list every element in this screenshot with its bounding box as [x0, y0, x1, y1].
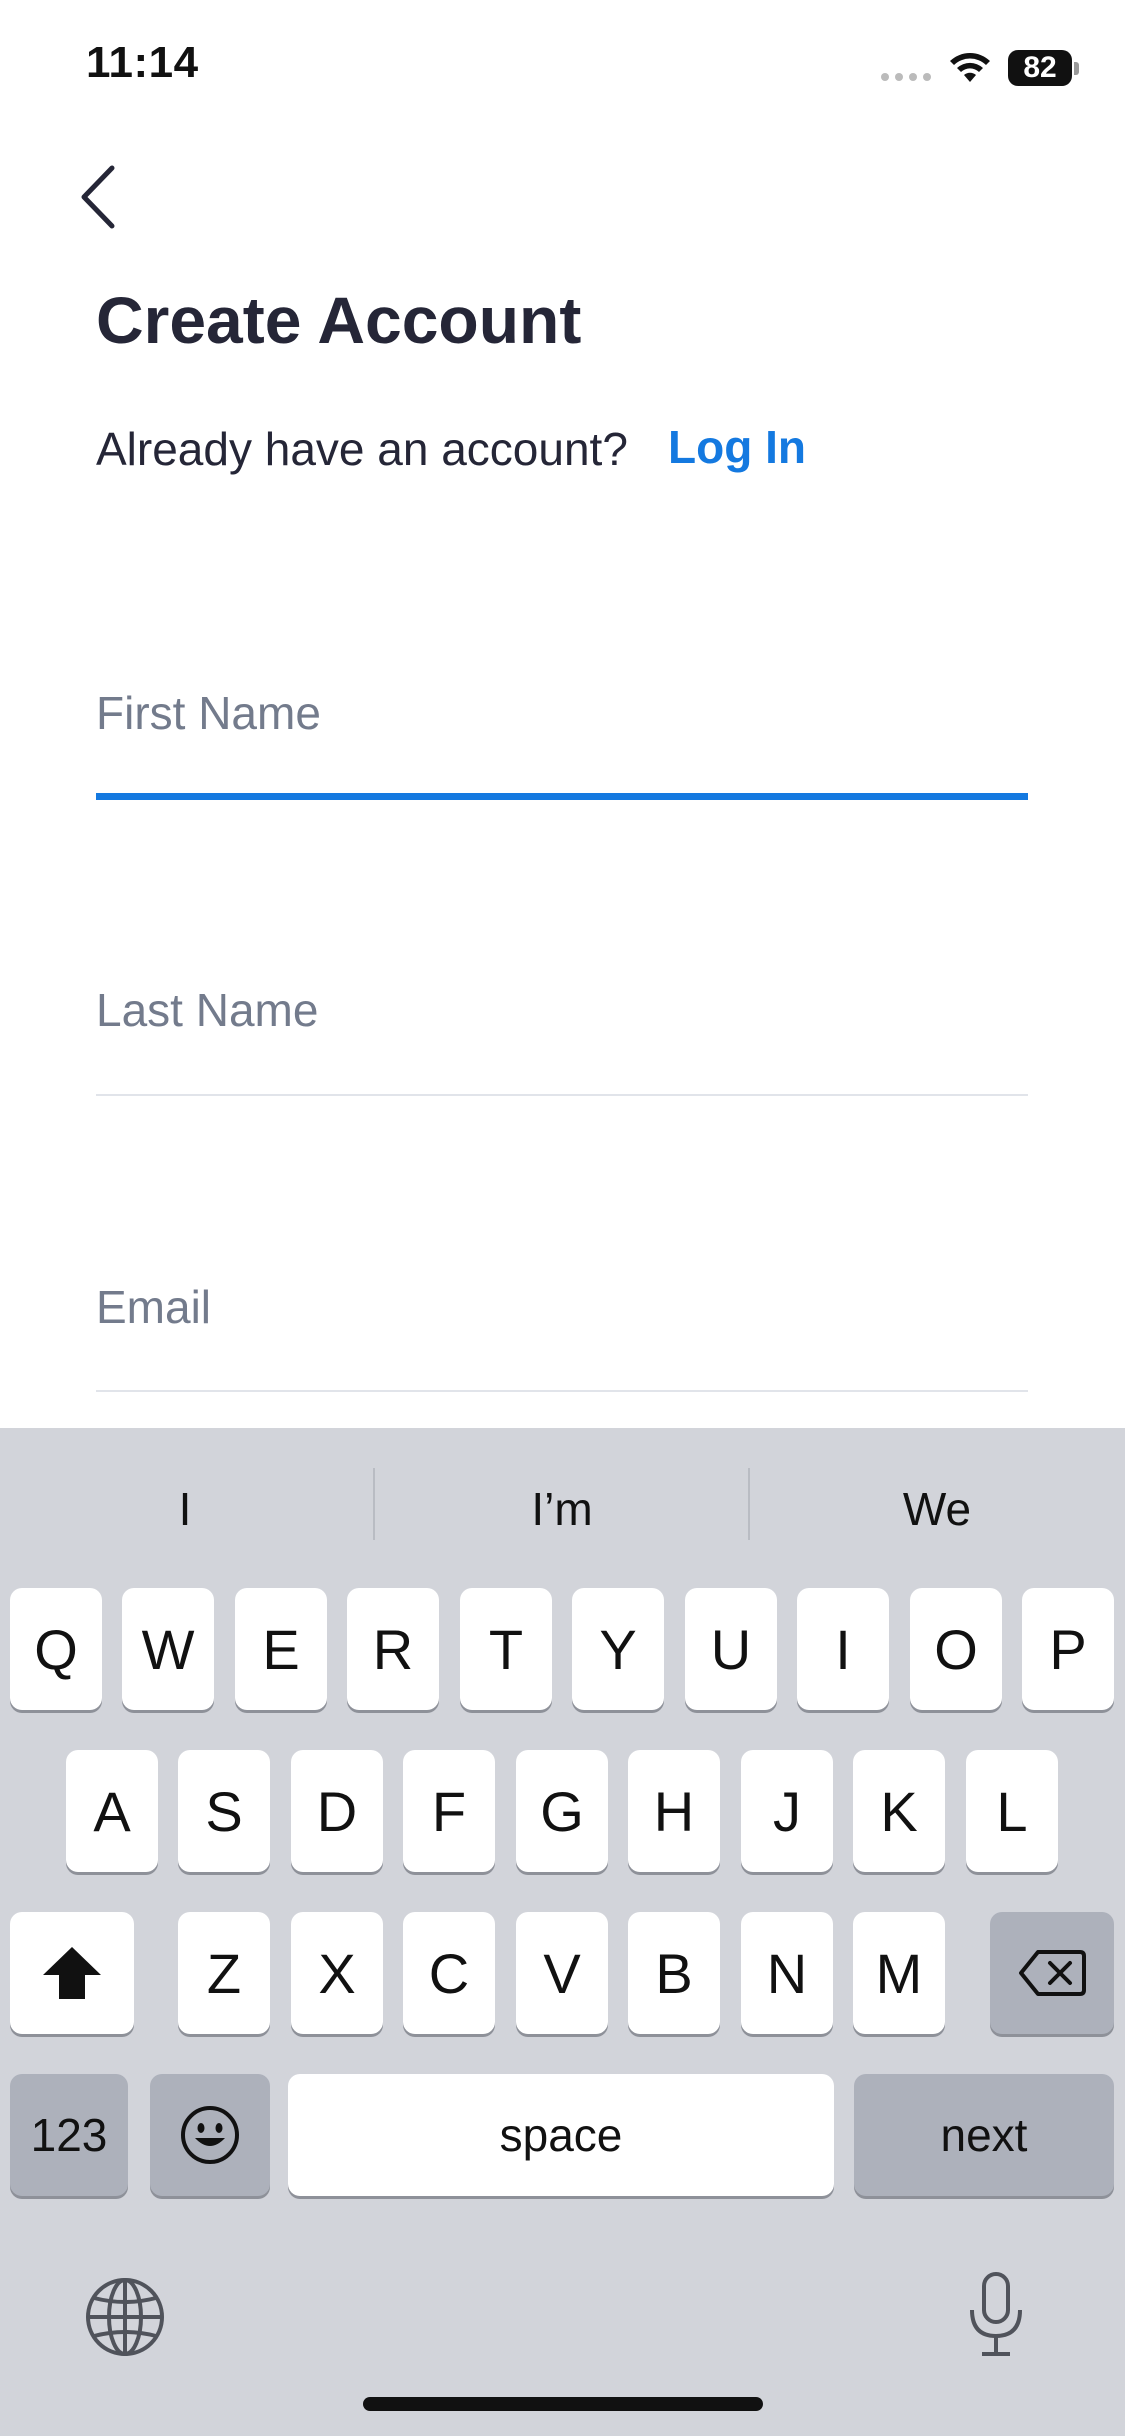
shift-key[interactable] [10, 1912, 134, 2034]
key-r[interactable]: R [347, 1588, 439, 1710]
key-u[interactable]: U [685, 1588, 777, 1710]
next-key[interactable]: next [854, 2074, 1114, 2196]
battery-icon: 82 [1008, 50, 1080, 88]
wifi-icon [950, 53, 990, 82]
key-k[interactable]: K [853, 1750, 945, 1872]
key-v[interactable]: V [516, 1912, 608, 2034]
home-indicator [363, 2397, 763, 2411]
suggestion-divider [748, 1468, 750, 1540]
delete-icon [1019, 1950, 1086, 1996]
signal-dots-icon [881, 73, 931, 81]
key-b[interactable]: B [628, 1912, 720, 2034]
suggestion-divider [373, 1468, 375, 1540]
key-p[interactable]: P [1022, 1588, 1114, 1710]
key-a[interactable]: A [66, 1750, 158, 1872]
first-name-field[interactable]: First Name [96, 686, 321, 740]
key-i[interactable]: I [797, 1588, 889, 1710]
key-s[interactable]: S [178, 1750, 270, 1872]
key-t[interactable]: T [460, 1588, 552, 1710]
chevron-left-icon[interactable] [78, 164, 122, 230]
key-w[interactable]: W [122, 1588, 214, 1710]
globe-icon[interactable] [84, 2276, 166, 2358]
login-link[interactable]: Log In [668, 420, 806, 474]
first-name-underline [96, 793, 1028, 800]
space-key[interactable]: space [288, 2074, 834, 2196]
key-q[interactable]: Q [10, 1588, 102, 1710]
last-name-field[interactable]: Last Name [96, 983, 318, 1037]
email-underline [96, 1390, 1028, 1392]
last-name-underline [96, 1094, 1028, 1096]
key-g[interactable]: G [516, 1750, 608, 1872]
status-time: 11:14 [86, 38, 199, 87]
key-x[interactable]: X [291, 1912, 383, 2034]
key-d[interactable]: D [291, 1750, 383, 1872]
key-e[interactable]: E [235, 1588, 327, 1710]
suggestion-1[interactable]: I [0, 1438, 370, 1532]
key-f[interactable]: F [403, 1750, 495, 1872]
key-z[interactable]: Z [178, 1912, 270, 2034]
key-m[interactable]: M [853, 1912, 945, 2034]
shift-icon [43, 1947, 101, 1999]
key-y[interactable]: Y [572, 1588, 664, 1710]
emoji-key[interactable] [150, 2074, 270, 2196]
key-l[interactable]: L [966, 1750, 1058, 1872]
key-h[interactable]: H [628, 1750, 720, 1872]
numbers-key[interactable]: 123 [10, 2074, 128, 2196]
page-title: Create Account [96, 283, 582, 357]
microphone-icon[interactable] [966, 2270, 1026, 2358]
login-prompt-text: Already have an account? [96, 423, 628, 475]
battery-level: 82 [1008, 50, 1072, 86]
key-c[interactable]: C [403, 1912, 495, 2034]
key-n[interactable]: N [741, 1912, 833, 2034]
key-o[interactable]: O [910, 1588, 1002, 1710]
suggestion-3[interactable]: We [752, 1438, 1122, 1532]
emoji-icon [181, 2106, 239, 2164]
email-field[interactable]: Email [96, 1280, 211, 1334]
suggestion-2[interactable]: I’m [377, 1438, 747, 1532]
key-j[interactable]: J [741, 1750, 833, 1872]
delete-key[interactable] [990, 1912, 1114, 2034]
